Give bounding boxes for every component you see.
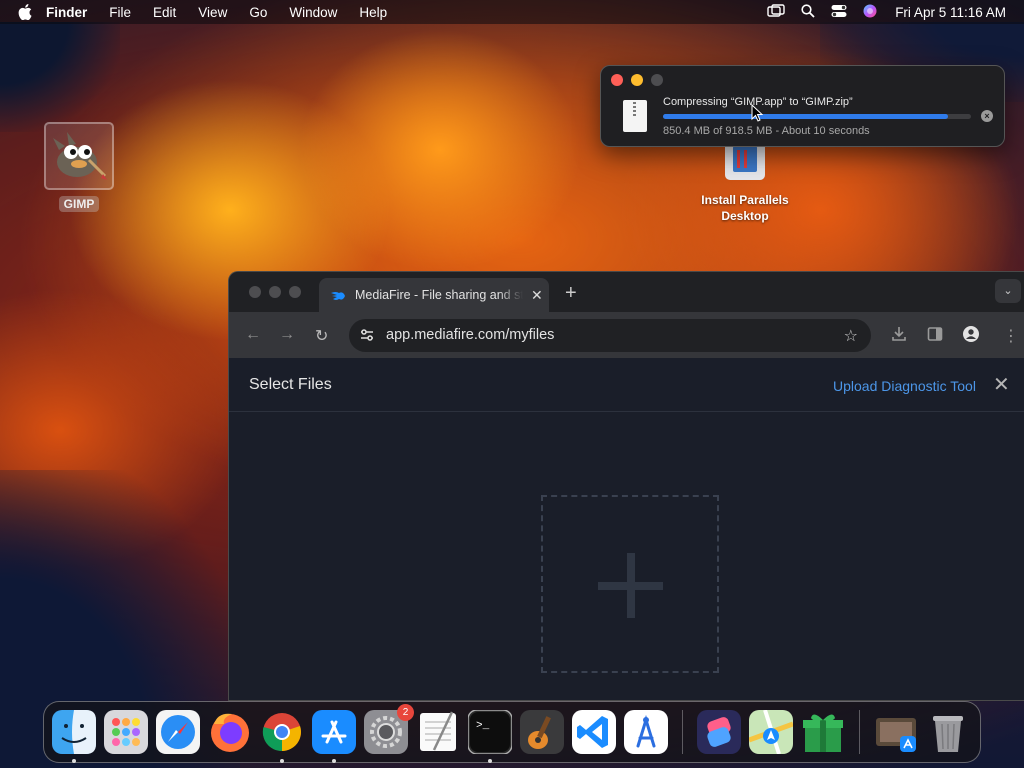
- system-settings-icon[interactable]: 2: [364, 704, 414, 754]
- mediafire-logo-icon: [331, 290, 345, 300]
- tab-search-button[interactable]: ⌄: [995, 279, 1021, 303]
- browser-toolbar: ← → ↻ app.mediafire.com/myfiles ☆ ⋮: [229, 312, 1024, 358]
- menu-view[interactable]: View: [198, 5, 227, 20]
- menu-file[interactable]: File: [109, 5, 131, 20]
- page-title: Select Files: [249, 376, 332, 393]
- gimp-wilber-icon: [44, 122, 114, 190]
- running-indicator: [72, 759, 76, 763]
- menu-edit[interactable]: Edit: [153, 5, 176, 20]
- window-controls: [249, 286, 301, 298]
- close-window-button[interactable]: [611, 74, 623, 86]
- notification-badge: 2: [397, 704, 414, 721]
- minimize-window-button[interactable]: [631, 74, 643, 86]
- menu-window[interactable]: Window: [289, 5, 337, 20]
- instruments-icon[interactable]: [624, 710, 668, 754]
- apple-menu-icon[interactable]: [18, 4, 32, 20]
- launchpad-icon[interactable]: [104, 710, 148, 754]
- mediafire-page: Select Files Upload Diagnostic Tool ✕: [229, 358, 1024, 700]
- dock-separator: [682, 710, 683, 754]
- menu-app-name[interactable]: Finder: [46, 5, 87, 20]
- textedit-icon[interactable]: [416, 710, 460, 754]
- zoom-window-button: [651, 74, 663, 86]
- back-arrow-icon[interactable]: ←: [245, 326, 261, 344]
- dock-separator: [859, 710, 860, 754]
- plus-icon: [627, 553, 635, 618]
- cancel-compress-button[interactable]: ×: [981, 110, 993, 122]
- menu-bar: Finder File Edit View Go Window Help Fri…: [0, 0, 1024, 24]
- tab-strip: MediaFire - File sharing and storage ✕ +…: [229, 272, 1024, 312]
- window-controls: [611, 74, 663, 86]
- siri-icon[interactable]: [863, 4, 877, 21]
- zoom-window-button[interactable]: [289, 286, 301, 298]
- bookmark-star-icon[interactable]: ☆: [844, 326, 858, 346]
- maps-icon[interactable]: [748, 709, 794, 755]
- screen-mirroring-icon[interactable]: [767, 3, 785, 21]
- vscode-icon[interactable]: [572, 710, 616, 754]
- close-tab-icon[interactable]: ✕: [531, 287, 543, 304]
- address-bar[interactable]: app.mediafire.com/myfiles ☆: [349, 319, 871, 352]
- chrome-window: MediaFire - File sharing and storage ✕ +…: [228, 271, 1024, 701]
- tab-mediafire[interactable]: MediaFire - File sharing and storage ✕: [319, 278, 549, 312]
- svg-text:>_: >_: [476, 720, 490, 732]
- dock: 2 >_: [43, 701, 981, 763]
- terminal-icon[interactable]: >_: [467, 709, 513, 763]
- gift-icon[interactable]: [801, 710, 845, 754]
- zip-file-icon: [623, 100, 647, 132]
- menu-go[interactable]: Go: [249, 5, 267, 20]
- control-center-icon[interactable]: [831, 4, 847, 21]
- close-window-button[interactable]: [249, 286, 261, 298]
- forward-arrow-icon[interactable]: →: [279, 326, 295, 344]
- downloads-icon[interactable]: [891, 326, 907, 347]
- running-indicator: [488, 759, 492, 763]
- mouse-cursor-icon: [751, 103, 764, 127]
- desktop-icon-label: GIMP: [58, 196, 100, 212]
- compress-status: 850.4 MB of 918.5 MB - About 10 seconds: [663, 125, 870, 137]
- menu-bar-clock[interactable]: Fri Apr 5 11:16 AM: [895, 5, 1006, 20]
- reload-icon[interactable]: ↻: [315, 326, 328, 346]
- file-dropzone[interactable]: [541, 495, 719, 673]
- close-icon[interactable]: ✕: [993, 372, 1010, 397]
- downloads-stack-icon[interactable]: [874, 710, 918, 754]
- upload-diagnostic-tool-link[interactable]: Upload Diagnostic Tool: [833, 378, 976, 394]
- finder-icon[interactable]: [52, 710, 96, 763]
- desktop-icon-gimp[interactable]: GIMP: [44, 122, 114, 212]
- upload-dialog-header: Select Files Upload Diagnostic Tool ✕: [229, 358, 1024, 412]
- garageband-icon[interactable]: [520, 710, 564, 754]
- menu-help[interactable]: Help: [359, 5, 387, 20]
- trash-icon[interactable]: [926, 710, 970, 754]
- firefox-icon[interactable]: [208, 710, 252, 754]
- profile-avatar-icon[interactable]: [963, 326, 979, 347]
- minimize-window-button[interactable]: [269, 286, 281, 298]
- side-panel-icon[interactable]: [927, 326, 943, 347]
- shortcuts-icon[interactable]: [697, 710, 741, 754]
- safari-icon[interactable]: [156, 710, 200, 754]
- desktop-icon-label: Install Parallels Desktop: [701, 193, 789, 223]
- more-menu-icon[interactable]: ⋮: [1003, 326, 1019, 346]
- progress-fill: [663, 114, 949, 119]
- site-info-icon[interactable]: [359, 328, 375, 347]
- archive-utility-panel: Compressing “GIMP.app” to “GIMP.zip” 850…: [600, 65, 1005, 147]
- running-indicator: [332, 759, 336, 763]
- url-text: app.mediafire.com/myfiles: [386, 327, 555, 343]
- running-indicator: [280, 759, 284, 763]
- tab-title: MediaFire - File sharing and storage: [355, 288, 523, 302]
- new-tab-button[interactable]: +: [565, 282, 577, 305]
- chrome-icon[interactable]: [260, 710, 304, 763]
- desktop-icon-parallels[interactable]: Install Parallels Desktop: [690, 140, 800, 224]
- compress-progress-bar: [663, 114, 971, 119]
- app-store-icon[interactable]: [312, 710, 356, 763]
- spotlight-search-icon[interactable]: [801, 3, 815, 21]
